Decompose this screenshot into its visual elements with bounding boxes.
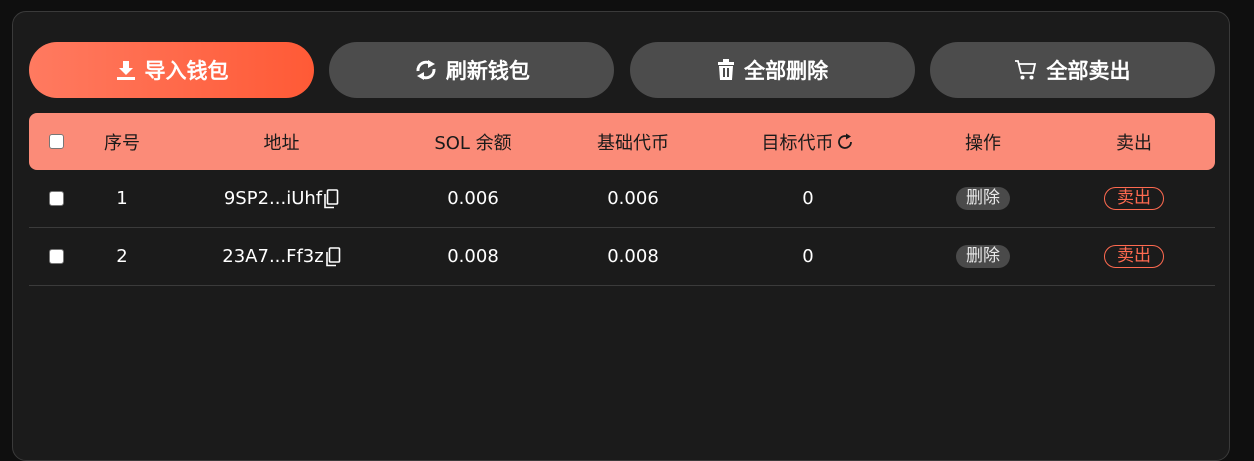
import-wallet-label: 导入钱包 [144, 59, 229, 83]
header-target-token-label: 目标代币 [761, 132, 834, 154]
download-icon [115, 59, 137, 81]
row-base-token: 0.006 [607, 188, 659, 209]
row-target-token: 0 [802, 188, 814, 209]
header-index: 序号 [104, 132, 140, 154]
copy-icon[interactable] [323, 188, 339, 209]
sell-all-button[interactable]: 全部卖出 [929, 42, 1215, 98]
header-address: 地址 [263, 132, 300, 154]
row-address: 9SP2...iUhf [223, 188, 323, 209]
row-address-cell: 23A7...Ff3z [160, 246, 403, 267]
row-checkbox[interactable] [49, 249, 64, 264]
row-sell-cell: 卖出 [1073, 187, 1195, 210]
refresh-wallet-label: 刷新钱包 [445, 59, 530, 83]
header-actions: 操作 [965, 132, 1001, 154]
delete-all-button[interactable]: 全部删除 [629, 42, 915, 98]
refresh-icon[interactable] [835, 132, 855, 152]
sell-all-label: 全部卖出 [1046, 59, 1131, 83]
row-base-token: 0.008 [607, 246, 659, 267]
header-sol-balance: SOL 余额 [434, 132, 512, 154]
refresh-wallet-button[interactable]: 刷新钱包 [329, 42, 615, 98]
row-sell-cell: 卖出 [1073, 245, 1195, 268]
row-index: 2 [116, 246, 128, 267]
row-sol-balance: 0.006 [447, 188, 499, 209]
delete-button[interactable]: 删除 [956, 245, 1010, 268]
header-target-token: 目标代币 [723, 129, 893, 155]
row-address: 23A7...Ff3z [222, 246, 324, 267]
select-all-cell [29, 134, 84, 149]
wallet-panel: 导入钱包 刷新钱包 全部删除 全部卖出 序号 地址 SOL 余额 基础代币 目标… [12, 11, 1230, 461]
row-checkbox[interactable] [49, 191, 64, 206]
table-header: 序号 地址 SOL 余额 基础代币 目标代币 操作 卖出 [29, 113, 1215, 170]
copy-icon[interactable] [325, 246, 341, 267]
table-row: 1 9SP2...iUhf 0.006 0.006 0 删除 卖出 [29, 170, 1215, 228]
row-select-cell [29, 249, 84, 264]
toolbar: 导入钱包 刷新钱包 全部删除 全部卖出 [29, 42, 1215, 98]
row-address-cell: 9SP2...iUhf [160, 188, 403, 209]
sell-button[interactable]: 卖出 [1104, 245, 1164, 268]
row-target-token: 0 [802, 246, 814, 267]
import-wallet-button[interactable]: 导入钱包 [29, 42, 314, 98]
sell-button[interactable]: 卖出 [1104, 187, 1164, 210]
row-select-cell [29, 191, 84, 206]
select-all-checkbox[interactable] [49, 134, 64, 149]
row-sol-balance: 0.008 [447, 246, 499, 267]
row-index: 1 [116, 188, 128, 209]
refresh-icon [414, 59, 438, 81]
row-actions-cell: 删除 [893, 245, 1073, 268]
table-row: 2 23A7...Ff3z 0.008 0.008 0 删除 卖出 [29, 228, 1215, 286]
cart-icon [1014, 59, 1038, 81]
header-sell: 卖出 [1116, 132, 1152, 154]
delete-all-label: 全部删除 [744, 59, 829, 83]
row-actions-cell: 删除 [893, 187, 1073, 210]
trash-icon [716, 59, 736, 81]
delete-button[interactable]: 删除 [956, 187, 1010, 210]
header-base-token: 基础代币 [597, 132, 669, 154]
